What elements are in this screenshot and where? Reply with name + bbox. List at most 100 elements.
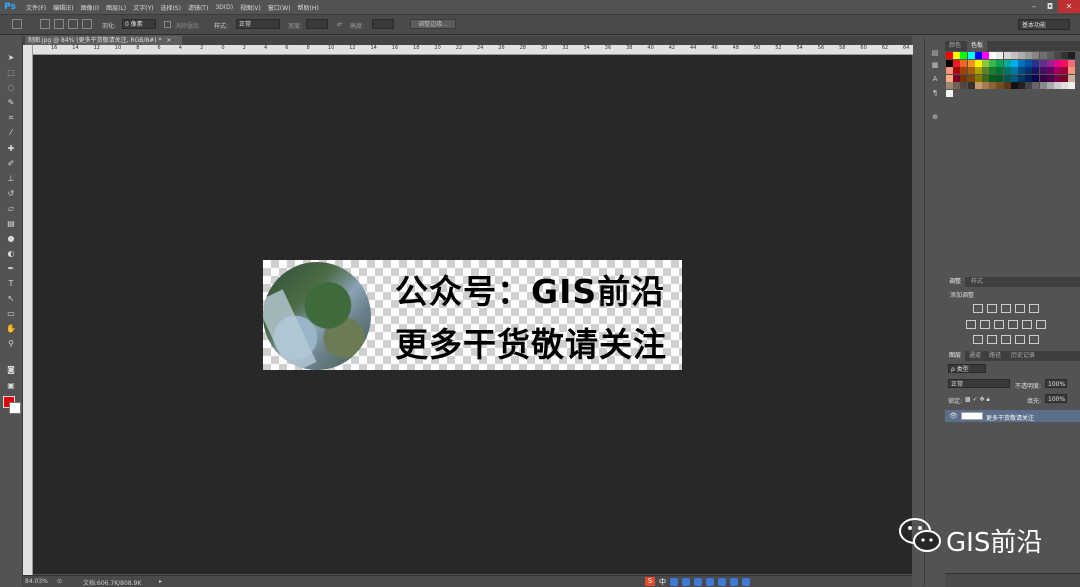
color-swatch[interactable] [960, 67, 968, 74]
swap-icon[interactable]: ⇄ [337, 21, 342, 28]
gradient-icon[interactable]: ▤ [4, 218, 18, 230]
color-swatch[interactable] [946, 52, 953, 59]
healing-icon[interactable]: ✚ [4, 143, 18, 155]
ime-punct-icon[interactable] [670, 577, 678, 586]
color-swatch[interactable] [946, 67, 953, 74]
hand-icon[interactable]: ✋ [4, 323, 18, 335]
document-image[interactable]: 公众号：GIS前沿 更多干货敬请关注 [263, 260, 682, 370]
menu-item[interactable]: 3D(D) [215, 4, 233, 11]
tab-channels[interactable]: 通道 [965, 351, 985, 361]
tab-swatches[interactable]: 色板 [967, 41, 988, 51]
width-input[interactable] [306, 19, 328, 29]
color-swatch[interactable] [1003, 82, 1011, 89]
menu-item[interactable]: 图像(I) [81, 3, 99, 12]
tab-layers[interactable]: 图层 [945, 351, 966, 361]
color-swatch[interactable] [1061, 82, 1069, 89]
gradient-map-icon[interactable] [1029, 335, 1039, 344]
vibrance-adjust-icon[interactable] [1029, 304, 1039, 313]
new-selection-icon[interactable] [40, 19, 50, 29]
ime-voice-icon[interactable] [694, 577, 702, 586]
ime-skin-icon[interactable] [730, 577, 738, 586]
navigator-panel-icon[interactable]: ⊕ [929, 112, 941, 123]
antialias-checkbox[interactable] [164, 21, 171, 28]
color-swatch[interactable] [953, 74, 961, 82]
color-swatch[interactable] [996, 82, 1004, 89]
status-info-icon[interactable]: ⊙ [57, 578, 62, 585]
workspace-select[interactable]: 基本功能 [1018, 19, 1070, 30]
color-swatch[interactable] [1046, 52, 1054, 59]
menu-item[interactable]: 文字(Y) [133, 3, 153, 12]
color-swatch[interactable] [1018, 59, 1025, 67]
color-swatch[interactable] [946, 82, 953, 89]
tab-adjustments[interactable]: 调整 [945, 277, 966, 287]
crop-icon[interactable]: ⌗ [4, 112, 18, 124]
zoom-icon[interactable]: ⚲ [4, 338, 18, 350]
color-swatch[interactable] [1046, 59, 1054, 67]
color-swatch[interactable] [1010, 82, 1018, 89]
color-swatch[interactable] [953, 82, 961, 89]
color-swatch[interactable] [974, 52, 982, 59]
close-tab-icon[interactable]: × [166, 37, 171, 44]
color-swatch[interactable] [1018, 67, 1025, 74]
hue-saturation-icon[interactable] [966, 320, 976, 329]
posterize-icon[interactable] [987, 335, 997, 344]
color-swatch[interactable] [996, 52, 1004, 59]
status-menu-arrow-icon[interactable]: ▸ [159, 578, 162, 585]
menu-item[interactable]: 图层(L) [106, 3, 126, 12]
color-swatch[interactable] [1018, 82, 1025, 89]
color-swatch[interactable] [989, 59, 997, 67]
pen-icon[interactable]: ✒ [4, 263, 18, 275]
color-swatch[interactable] [1032, 59, 1040, 67]
color-swatch[interactable] [953, 67, 961, 74]
marquee-icon[interactable]: ⬚ [4, 67, 18, 79]
color-swatch[interactable] [1025, 59, 1033, 67]
color-swatch[interactable] [960, 52, 968, 59]
color-swatch[interactable] [967, 74, 975, 82]
color-swatch[interactable] [1054, 59, 1061, 67]
blend-mode-select[interactable]: 正常 [948, 379, 1010, 388]
color-swatch[interactable] [982, 82, 989, 89]
move-icon[interactable]: ➤ [4, 52, 18, 64]
color-swatch[interactable] [960, 59, 968, 67]
color-swatch[interactable] [1039, 74, 1047, 82]
color-swatch[interactable] [946, 74, 953, 82]
ime-toolbar[interactable]: S 中 [645, 576, 750, 587]
color-swatch[interactable] [1025, 74, 1033, 82]
character-panel-icon[interactable]: A [929, 74, 941, 85]
color-swatch[interactable] [960, 82, 968, 89]
color-swatch[interactable] [982, 52, 989, 59]
color-swatch[interactable] [982, 67, 989, 74]
color-swatch[interactable] [953, 52, 961, 59]
color-swatch[interactable] [982, 74, 989, 82]
menu-item[interactable]: 选择(S) [160, 3, 181, 12]
color-swatch[interactable] [1032, 74, 1040, 82]
type-icon[interactable]: T [4, 278, 18, 290]
color-swatch[interactable] [1003, 74, 1011, 82]
ime-language[interactable]: 中 [659, 577, 666, 587]
color-swatch[interactable] [996, 67, 1004, 74]
marquee-preset-icon[interactable] [12, 19, 22, 29]
background-color-swatch[interactable] [9, 402, 21, 414]
selective-color-icon[interactable] [1015, 335, 1025, 344]
fill-input[interactable]: 100% [1045, 394, 1067, 403]
swatch-grid[interactable] [946, 52, 1076, 102]
tab-color[interactable]: 颜色 [945, 41, 965, 51]
color-swatch[interactable] [1046, 67, 1054, 74]
restore-button[interactable]: ◘ [1042, 0, 1058, 13]
add-selection-icon[interactable] [54, 19, 64, 29]
levels-adjust-icon[interactable] [987, 304, 997, 313]
menu-item[interactable]: 帮助(H) [298, 3, 319, 12]
tab-styles[interactable]: 样式 [967, 277, 987, 287]
color-swatch[interactable] [1061, 59, 1069, 67]
shape-icon[interactable]: ▭ [4, 308, 18, 320]
color-swatch[interactable] [1032, 82, 1040, 89]
close-window-button[interactable]: ✕ [1058, 0, 1080, 13]
ime-user-icon[interactable] [718, 577, 726, 586]
stamp-icon[interactable]: ⊥ [4, 173, 18, 185]
color-swatch[interactable] [989, 67, 997, 74]
color-swatch[interactable] [1010, 67, 1018, 74]
color-swatch[interactable] [982, 59, 989, 67]
channel-mixer-icon[interactable] [1022, 320, 1032, 329]
color-swatch[interactable] [946, 89, 953, 97]
color-swatch[interactable] [1068, 59, 1076, 67]
